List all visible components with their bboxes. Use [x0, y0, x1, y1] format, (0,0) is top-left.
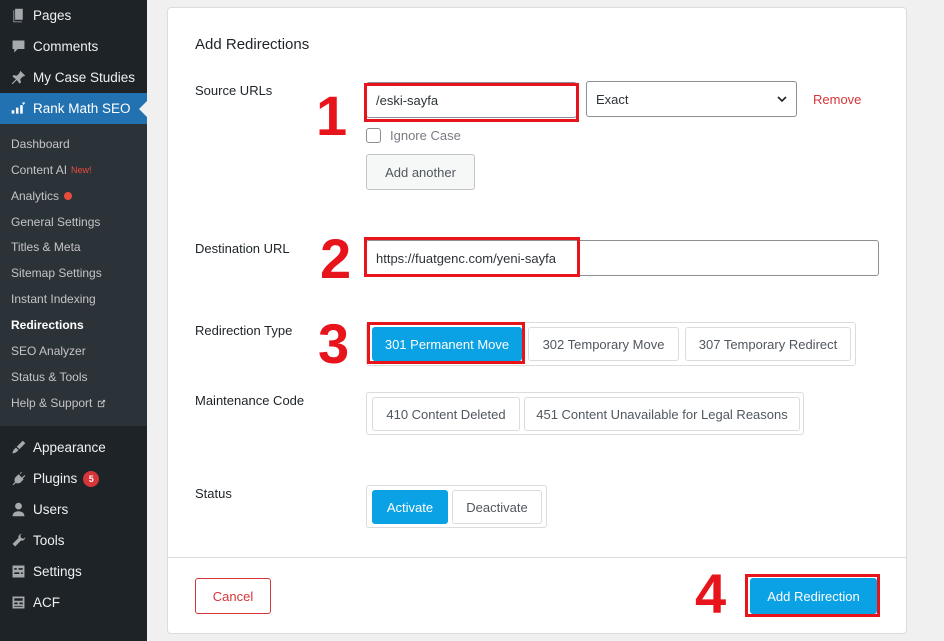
submenu-sitemap-settings[interactable]: Sitemap Settings: [11, 263, 102, 283]
submenu-status-tools[interactable]: Status & Tools: [11, 367, 88, 387]
match-type-select[interactable]: Exact: [586, 81, 797, 117]
menu-item-label: Rank Math SEO: [33, 101, 131, 116]
step-number-1: 1: [316, 84, 348, 147]
chevron-down-icon: [777, 96, 787, 103]
menu-item-label: Settings: [33, 564, 82, 579]
menu-item-rank-math-seo[interactable]: Rank Math SEO: [0, 93, 147, 124]
submenu-label: Redirections: [11, 318, 84, 332]
menu-item-tools[interactable]: Tools: [0, 525, 147, 556]
menu-item-label: Pages: [33, 8, 72, 23]
notification-dot-icon: [64, 192, 73, 200]
submenu-content-ai[interactable]: Content AI New!: [11, 160, 92, 180]
source-url-input[interactable]: /eski-sayfa: [366, 82, 577, 118]
maintenance-code-label: Maintenance Code: [195, 393, 305, 408]
maintenance-code-410[interactable]: 410 Content Deleted: [372, 397, 520, 431]
menu-item-appearance[interactable]: Appearance: [0, 432, 147, 463]
maintenance-code-451[interactable]: 451 Content Unavailable for Legal Reason…: [524, 397, 800, 431]
ignore-case-label: Ignore Case: [390, 128, 461, 143]
menu-item-case-studies[interactable]: My Case Studies: [0, 62, 147, 93]
footer-divider: [168, 557, 906, 558]
redirection-type-301[interactable]: 301 Permanent Move: [372, 327, 522, 361]
plugins-update-count-badge: 5: [83, 470, 100, 487]
menu-item-comments[interactable]: Comments: [0, 31, 147, 62]
step-number-3: 3: [318, 312, 350, 375]
submenu-help-support[interactable]: Help & Support: [11, 393, 106, 413]
brush-icon: [8, 438, 28, 458]
remove-source-link[interactable]: Remove: [813, 92, 861, 107]
maintenance-code-group: 410 Content Deleted 451 Content Unavaila…: [366, 392, 804, 435]
submenu-label: Analytics: [11, 189, 60, 203]
submenu-instant-indexing[interactable]: Instant Indexing: [11, 289, 96, 309]
submenu-label: Titles & Meta: [11, 240, 81, 254]
rank-math-submenu: Dashboard Content AI New! Analytics Gener…: [0, 124, 147, 426]
submenu-analytics[interactable]: Analytics: [11, 186, 73, 206]
submenu-label: Status & Tools: [11, 370, 88, 384]
menu-item-users[interactable]: Users: [0, 494, 147, 525]
step-number-2: 2: [320, 227, 352, 290]
admin-sidebar: Pages Comments My Case Studies Rank Math…: [0, 0, 147, 641]
submenu-dashboard[interactable]: Dashboard: [11, 134, 70, 154]
submenu-label: General Settings: [11, 215, 101, 229]
status-group: Activate Deactivate: [366, 485, 547, 528]
menu-item-pages[interactable]: Pages: [0, 0, 147, 31]
new-badge: New!: [71, 165, 92, 175]
plugin-icon: [8, 469, 28, 489]
redirection-type-group: 301 Permanent Move 302 Temporary Move 30…: [366, 322, 856, 366]
wrench-icon: [8, 531, 28, 551]
menu-item-label: Comments: [33, 39, 99, 54]
external-link-icon: [97, 399, 106, 408]
menu-item-acf[interactable]: ACF: [0, 587, 147, 618]
user-icon: [8, 500, 28, 520]
status-activate[interactable]: Activate: [372, 490, 448, 524]
submenu-seo-analyzer[interactable]: SEO Analyzer: [11, 341, 86, 361]
active-indicator: [139, 101, 147, 117]
comments-icon: [8, 37, 28, 57]
pin-icon: [8, 68, 28, 88]
add-redirection-card: Add Redirections Source URLs /eski-sayfa…: [167, 7, 907, 634]
destination-url-input[interactable]: https://fuatgenc.com/yeni-sayfa: [366, 240, 879, 276]
submenu-label: SEO Analyzer: [11, 344, 86, 358]
cancel-button[interactable]: Cancel: [195, 578, 271, 614]
rank-math-icon: [8, 99, 28, 119]
page-title: Add Redirections: [195, 36, 310, 53]
settings-icon: [8, 562, 28, 582]
menu-item-label: Tools: [33, 533, 65, 548]
submenu-label: Help & Support: [11, 396, 93, 410]
match-type-value: Exact: [596, 91, 629, 107]
menu-item-settings[interactable]: Settings: [0, 556, 147, 587]
menu-item-plugins[interactable]: Plugins 5: [0, 463, 147, 494]
menu-item-label: ACF: [33, 595, 60, 610]
menu-item-label: Plugins: [33, 471, 78, 486]
submenu-label: Dashboard: [11, 137, 70, 151]
menu-item-label: Appearance: [33, 440, 106, 455]
redirection-type-307[interactable]: 307 Temporary Redirect: [685, 327, 851, 361]
status-deactivate[interactable]: Deactivate: [452, 490, 542, 524]
ignore-case-row[interactable]: Ignore Case: [366, 128, 461, 143]
submenu-redirections[interactable]: Redirections: [11, 315, 84, 335]
redirection-type-label: Redirection Type: [195, 323, 293, 338]
step-number-4: 4: [695, 562, 727, 625]
submenu-label: Sitemap Settings: [11, 266, 102, 280]
menu-item-label: Users: [33, 502, 69, 517]
redirection-type-302[interactable]: 302 Temporary Move: [528, 327, 679, 361]
destination-url-label: Destination URL: [195, 241, 290, 256]
pages-icon: [8, 6, 28, 26]
submenu-titles-meta[interactable]: Titles & Meta: [11, 237, 81, 257]
ignore-case-checkbox[interactable]: [366, 128, 381, 143]
source-urls-label: Source URLs: [195, 83, 273, 98]
status-label: Status: [195, 486, 232, 501]
submenu-general-settings[interactable]: General Settings: [11, 212, 100, 232]
submenu-label: Content AI: [11, 163, 68, 177]
acf-icon: [8, 593, 28, 613]
submenu-label: Instant Indexing: [11, 292, 96, 306]
add-another-button[interactable]: Add another: [366, 154, 475, 190]
add-redirection-button[interactable]: Add Redirection: [750, 578, 877, 614]
menu-item-label: My Case Studies: [33, 70, 136, 85]
